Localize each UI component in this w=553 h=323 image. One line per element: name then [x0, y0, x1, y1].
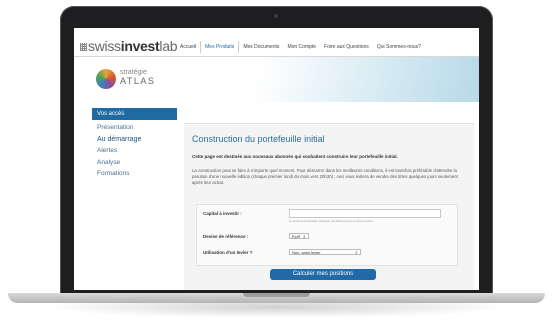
calculate-positions-button[interactable]: Calculer mes positions [270, 269, 376, 280]
atlas-wordmark: stratégie ATLAS [120, 69, 156, 86]
nav-items: Accueil Mes Produits Mes Documents Mon C… [176, 41, 425, 53]
capital-label: Capital à investir : [203, 211, 242, 216]
sidebar-title: Vos accès [92, 108, 177, 120]
capital-hint: Le profil du Portefeuille classique est … [289, 219, 375, 223]
brand-logo[interactable]: swissinvestlab [80, 38, 177, 54]
sidebar-item-analyse[interactable]: Analyse [92, 157, 177, 169]
wordmark-line-2: ATLAS [120, 76, 156, 86]
leverage-value: Non, sans levier [292, 250, 321, 255]
currency-select[interactable]: EUR ⇕ [289, 233, 309, 239]
sidebar-item-alertes[interactable]: Alertes [92, 145, 177, 157]
nav-item-mes-documents[interactable]: Mes Documents [239, 41, 283, 53]
page-title: Construction du portefeuille initial [192, 134, 325, 144]
nav-item-accueil[interactable]: Accueil [176, 41, 200, 53]
laptop-screen: swissinvestlab Accueil Mes Produits Mes … [74, 28, 479, 290]
sidebar-item-au-demarrage[interactable]: Au démarrage [92, 134, 177, 146]
portfolio-form: Capital à investir : Le profil du Portef… [196, 204, 458, 266]
nav-item-faq[interactable]: Foire aux Questions [320, 41, 373, 53]
currency-value: EUR [292, 234, 301, 239]
product-banner: stratégie ATLAS [74, 57, 479, 102]
sidebar-item-formations[interactable]: Formations [92, 168, 177, 180]
sidebar-item-presentation[interactable]: Présentation [92, 122, 177, 134]
main-content: Construction du portefeuille initial Cet… [184, 123, 474, 290]
leverage-select[interactable]: Non, sans levier ⇕ [289, 249, 361, 255]
sidebar-menu: Présentation Au démarrage Alertes Analys… [92, 122, 177, 180]
leverage-label: Utilisation d'un levier ? [203, 250, 253, 255]
select-caret-icon: ⇕ [302, 234, 306, 239]
nav-item-qui-sommes-nous[interactable]: Qui Sommes-nous? [373, 41, 425, 53]
logo-prefix: swiss [88, 38, 121, 54]
intro-text: Cette page est destinée aux nouveaux abo… [192, 154, 398, 159]
nav-item-mes-produits[interactable]: Mes Produits [200, 41, 240, 53]
atlas-globe-logo [96, 69, 116, 89]
logo-grid-icon [80, 43, 87, 52]
nav-item-mon-compte[interactable]: Mon Compte [283, 41, 320, 53]
logo-suffix: lab [159, 38, 178, 54]
logo-bold: invest [120, 38, 160, 54]
select-caret-icon: ⇕ [354, 250, 358, 255]
currency-label: Devise de référence : [203, 234, 249, 239]
camera-icon [274, 14, 278, 18]
top-navigation: swissinvestlab Accueil Mes Produits Mes … [74, 28, 479, 57]
description-text: La construction peut se faire à n'import… [192, 168, 458, 185]
capital-input[interactable] [289, 209, 441, 218]
laptop-notch [243, 293, 310, 297]
